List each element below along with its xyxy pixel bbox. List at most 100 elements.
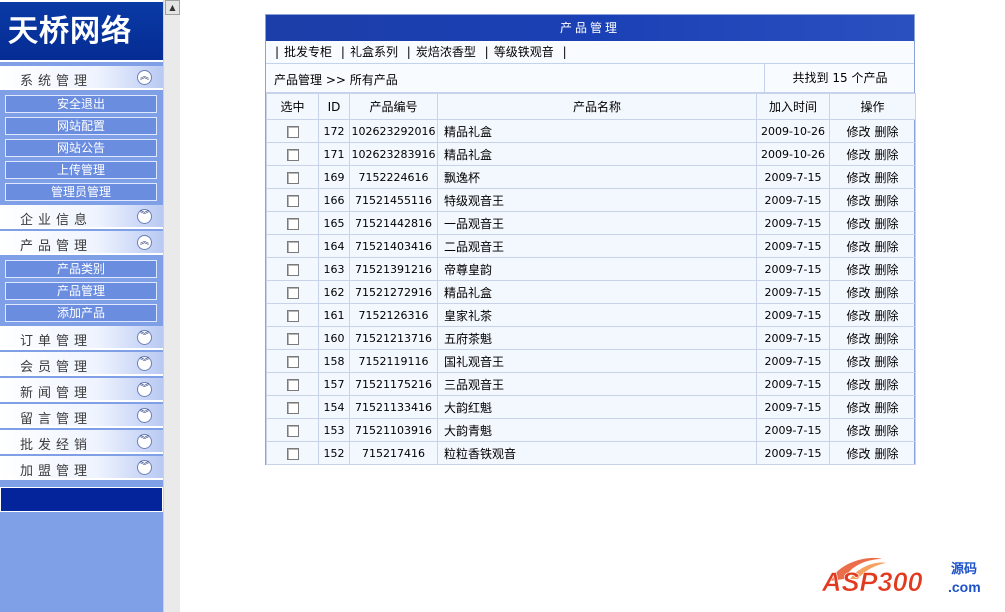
name-cell: 飘逸杯: [437, 165, 757, 189]
scroll-up-arrow-icon[interactable]: ▲: [165, 0, 180, 15]
menu-item-announcement[interactable]: 网站公告: [5, 139, 157, 157]
row-checkbox[interactable]: [286, 125, 299, 138]
code-cell: 7152126316: [349, 303, 438, 327]
delete-button[interactable]: 删除: [875, 171, 899, 185]
actions-cell: 修改 删除: [829, 165, 916, 189]
edit-button[interactable]: 修改: [846, 378, 870, 392]
edit-button[interactable]: 修改: [846, 286, 870, 300]
category-link-gift-box[interactable]: 礼盒系列: [350, 45, 398, 59]
collapse-icon[interactable]: ︽: [137, 70, 152, 85]
menu-section-order[interactable]: 订单管理 ︾: [0, 326, 163, 350]
actions-cell: 修改 删除: [829, 142, 916, 166]
menu-item-add-product[interactable]: 添加产品: [5, 304, 157, 322]
menu-section-company[interactable]: 企业信息 ︾: [0, 205, 163, 229]
row-checkbox[interactable]: [286, 447, 299, 460]
delete-button[interactable]: 删除: [875, 424, 899, 438]
delete-button[interactable]: 删除: [875, 378, 899, 392]
delete-button[interactable]: 删除: [875, 447, 899, 461]
delete-button[interactable]: 删除: [875, 194, 899, 208]
delete-button[interactable]: 删除: [875, 148, 899, 162]
expand-icon[interactable]: ︾: [137, 434, 152, 449]
row-checkbox[interactable]: [286, 286, 299, 299]
menu-section-guestbook[interactable]: 留言管理 ︾: [0, 404, 163, 428]
edit-button[interactable]: 修改: [846, 240, 870, 254]
row-checkbox[interactable]: [286, 217, 299, 230]
date-cell: 2009-7-15: [756, 418, 830, 442]
id-cell: 154: [318, 395, 350, 419]
expand-icon[interactable]: ︾: [137, 356, 152, 371]
delete-button[interactable]: 删除: [875, 309, 899, 323]
expand-icon[interactable]: ︾: [137, 460, 152, 475]
row-checkbox[interactable]: [286, 194, 299, 207]
name-cell: 大韵红魁: [437, 395, 757, 419]
vertical-scrollbar[interactable]: ▲: [163, 0, 180, 612]
row-checkbox[interactable]: [286, 240, 299, 253]
menu-section-member[interactable]: 会员管理 ︾: [0, 352, 163, 376]
delete-button[interactable]: 删除: [875, 263, 899, 277]
delete-button[interactable]: 删除: [875, 286, 899, 300]
delete-button[interactable]: 删除: [875, 401, 899, 415]
edit-button[interactable]: 修改: [846, 355, 870, 369]
row-checkbox[interactable]: [286, 378, 299, 391]
edit-button[interactable]: 修改: [846, 171, 870, 185]
row-checkbox[interactable]: [286, 424, 299, 437]
separator: |: [406, 45, 411, 59]
menu-section-system[interactable]: 系统管理 ︽: [0, 66, 163, 90]
menu-item-logout[interactable]: 安全退出: [5, 95, 157, 113]
delete-button[interactable]: 删除: [875, 332, 899, 346]
delete-button[interactable]: 删除: [875, 355, 899, 369]
row-checkbox[interactable]: [286, 401, 299, 414]
edit-button[interactable]: 修改: [846, 332, 870, 346]
menu-item-site-config[interactable]: 网站配置: [5, 117, 157, 135]
menu-item-product-manage[interactable]: 产品管理: [5, 282, 157, 300]
edit-button[interactable]: 修改: [846, 217, 870, 231]
edit-button[interactable]: 修改: [846, 424, 870, 438]
edit-button[interactable]: 修改: [846, 263, 870, 277]
delete-button[interactable]: 删除: [875, 217, 899, 231]
row-checkbox[interactable]: [286, 148, 299, 161]
menu-section-product[interactable]: 产品管理 ︽: [0, 231, 163, 255]
edit-button[interactable]: 修改: [846, 401, 870, 415]
category-link-wholesale[interactable]: 批发专柜: [284, 45, 332, 59]
menu-section-wholesale[interactable]: 批发经销 ︾: [0, 430, 163, 454]
edit-button[interactable]: 修改: [846, 194, 870, 208]
name-cell: 粒粒香铁观音: [437, 441, 757, 465]
actions-cell: 修改 删除: [829, 418, 916, 442]
row-checkbox[interactable]: [286, 171, 299, 184]
column-header-id: ID: [318, 93, 350, 120]
edit-button[interactable]: 修改: [846, 309, 870, 323]
info-bar: 产品管理 >> 所有产品 共找到 15 个产品: [266, 64, 914, 93]
collapse-icon[interactable]: ︽: [137, 235, 152, 250]
expand-icon[interactable]: ︾: [137, 330, 152, 345]
menu-section-label: 企业信息: [20, 213, 93, 228]
date-cell: 2009-10-26: [756, 142, 830, 166]
category-link-grade[interactable]: 等级铁观音: [494, 45, 554, 59]
row-checkbox[interactable]: [286, 355, 299, 368]
menu-item-product-category[interactable]: 产品类别: [5, 260, 157, 278]
edit-button[interactable]: 修改: [846, 148, 870, 162]
menu-item-upload[interactable]: 上传管理: [5, 161, 157, 179]
category-link-roasted[interactable]: 炭焙浓香型: [416, 45, 476, 59]
menu-section-label: 新闻管理: [20, 386, 93, 401]
expand-icon[interactable]: ︾: [137, 209, 152, 224]
select-cell: [266, 142, 319, 166]
table-row: 166 71521455116 特级观音王 2009-7-15 修改 删除: [266, 188, 916, 212]
table-row: 161 7152126316 皇家礼茶 2009-7-15 修改 删除: [266, 303, 916, 327]
edit-button[interactable]: 修改: [846, 447, 870, 461]
table-row: 164 71521403416 二品观音王 2009-7-15 修改 删除: [266, 234, 916, 258]
menu-section-label: 产品管理: [20, 239, 93, 254]
menu-item-admin[interactable]: 管理员管理: [5, 183, 157, 201]
code-cell: 71521175216: [349, 372, 438, 396]
edit-button[interactable]: 修改: [846, 125, 870, 139]
menu-section-news[interactable]: 新闻管理 ︾: [0, 378, 163, 402]
expand-icon[interactable]: ︾: [137, 408, 152, 423]
row-checkbox[interactable]: [286, 332, 299, 345]
expand-icon[interactable]: ︾: [137, 382, 152, 397]
id-cell: 160: [318, 326, 350, 350]
actions-cell: 修改 删除: [829, 234, 916, 258]
menu-section-franchise[interactable]: 加盟管理 ︾: [0, 456, 163, 480]
row-checkbox[interactable]: [286, 263, 299, 276]
delete-button[interactable]: 删除: [875, 240, 899, 254]
delete-button[interactable]: 删除: [875, 125, 899, 139]
row-checkbox[interactable]: [286, 309, 299, 322]
